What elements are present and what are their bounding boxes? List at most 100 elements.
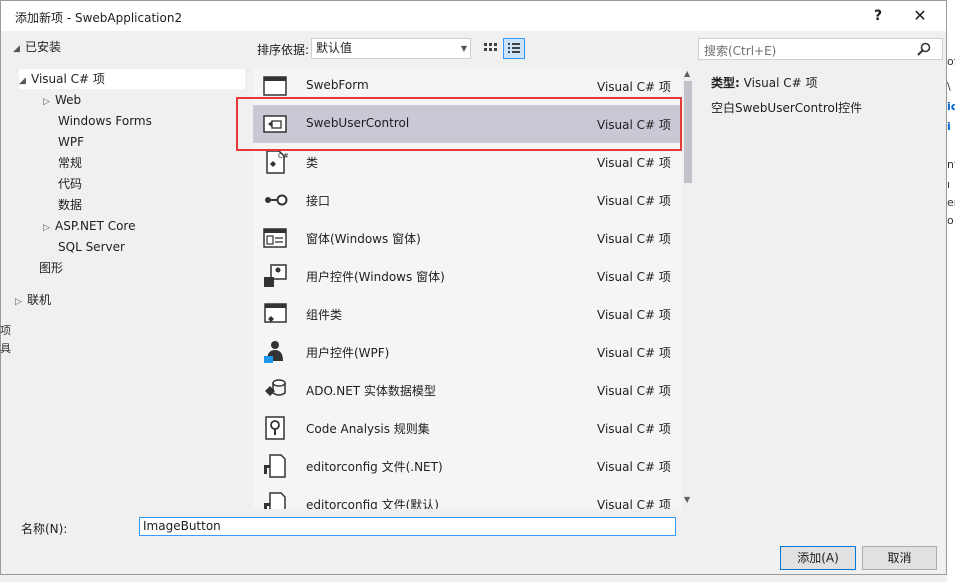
tree-item-code[interactable]: 代码 xyxy=(58,174,82,194)
tree-item-label: Web xyxy=(55,93,82,107)
tree-item-label: 联机 xyxy=(27,293,52,307)
list-item[interactable]: 用户控件(Windows 窗体) Visual C# 项 xyxy=(253,257,681,295)
name-input[interactable]: ImageButton xyxy=(139,517,676,536)
class-file-icon: C# xyxy=(266,150,288,174)
expanded-arrow-icon[interactable]: ◢ xyxy=(19,71,31,91)
item-type: Visual C# 项 xyxy=(597,460,671,474)
svg-text:C#: C# xyxy=(278,152,288,160)
list-item[interactable]: 接口 Visual C# 项 xyxy=(253,181,681,219)
close-button[interactable]: ✕ xyxy=(900,1,940,31)
item-name: Code Analysis 规则集 xyxy=(306,422,430,436)
add-new-item-dialog: 添加新项 - SwebApplication2 ? ✕ ◢ 已安装 ◢ Visual… xyxy=(0,0,947,575)
tree-item-installed[interactable]: ◢ 已安装 xyxy=(13,37,61,57)
tree-item-label: ASP.NET Core xyxy=(55,219,136,233)
editorconfig-icon xyxy=(264,454,286,478)
detail-description: 空白SwebUserControl控件 xyxy=(711,101,863,115)
item-type: Visual C# 项 xyxy=(597,80,671,94)
item-type: Visual C# 项 xyxy=(597,232,671,246)
collapsed-arrow-icon[interactable]: ▷ xyxy=(43,92,55,112)
item-name: SwebForm xyxy=(306,78,369,92)
item-name: 类 xyxy=(306,156,319,170)
item-name: 接口 xyxy=(306,194,331,208)
tree-item-wpf[interactable]: WPF xyxy=(58,132,84,152)
form-icon xyxy=(263,76,287,96)
background-text: er xyxy=(947,196,955,209)
item-name: 用户控件(WPF) xyxy=(306,346,390,360)
item-type: Visual C# 项 xyxy=(597,384,671,398)
list-item[interactable]: ADO.NET 实体数据模型 Visual C# 项 xyxy=(253,371,681,409)
detail-type-value: Visual C# 项 xyxy=(743,76,818,90)
item-name: 窗体(Windows 窗体) xyxy=(306,232,421,246)
template-category-tree: ◢ 已安装 ◢ Visual C# 项 ▷ Web Windows Forms WPF… xyxy=(9,35,245,509)
list-view-button[interactable] xyxy=(503,38,525,59)
windows-form-icon xyxy=(263,228,287,248)
scroll-up-arrow-icon[interactable]: ▲ xyxy=(684,69,690,78)
item-name: 用户控件(Windows 窗体) xyxy=(306,270,445,284)
list-item[interactable]: 窗体(Windows 窗体) Visual C# 项 xyxy=(253,219,681,257)
detail-type-label: 类型: xyxy=(711,76,740,90)
grid-view-icon xyxy=(484,43,497,51)
tree-item-visual-csharp[interactable]: ◢ Visual C# 项 xyxy=(19,69,245,89)
windows-user-control-icon xyxy=(264,264,287,287)
grid-view-button[interactable] xyxy=(479,38,501,59)
chevron-down-icon: ▼ xyxy=(460,44,467,53)
scroll-down-arrow-icon[interactable]: ▼ xyxy=(684,495,690,504)
background-text: ı xyxy=(947,178,951,191)
cancel-button[interactable]: 取消 xyxy=(862,546,937,570)
interface-icon xyxy=(265,194,288,206)
background-text: ic xyxy=(947,100,955,113)
tree-item-label: 常规 xyxy=(58,156,83,170)
tree-item-label: 数据 xyxy=(58,198,83,212)
tree-item-general[interactable]: 常规 xyxy=(58,153,82,173)
tree-item-label: 已安装 xyxy=(25,40,62,54)
tree-item-graphics[interactable]: 图形 xyxy=(39,258,63,278)
list-item[interactable]: Code Analysis 规则集 Visual C# 项 xyxy=(253,409,681,447)
name-label: 名称(N): xyxy=(21,522,68,536)
tree-item-web[interactable]: ▷ Web xyxy=(43,90,81,110)
tree-item-label: Windows Forms xyxy=(58,114,152,128)
search-input[interactable]: 搜索(Ctrl+E) xyxy=(698,38,943,60)
tree-item-aspnet-core[interactable]: ▷ ASP.NET Core xyxy=(43,216,135,236)
background-text: 项 xyxy=(0,324,11,337)
editorconfig-default-icon xyxy=(264,492,286,509)
list-item[interactable]: 用户控件(WPF) Visual C# 项 xyxy=(253,333,681,371)
background-text: o xyxy=(947,214,954,227)
collapsed-arrow-icon[interactable]: ▷ xyxy=(15,292,27,312)
tree-item-online[interactable]: ▷ 联机 xyxy=(15,290,51,310)
collapsed-arrow-icon[interactable]: ▷ xyxy=(43,218,55,238)
help-button[interactable]: ? xyxy=(858,1,898,31)
item-type: Visual C# 项 xyxy=(597,194,671,208)
annotation-highlight-box xyxy=(236,97,682,151)
background-text: i xyxy=(947,120,951,133)
sort-by-select[interactable]: 默认值 ▼ xyxy=(311,38,471,59)
list-scrollbar[interactable]: ▲ ▼ xyxy=(682,67,695,509)
tree-item-windows-forms[interactable]: Windows Forms xyxy=(58,111,152,131)
tree-item-label: SQL Server xyxy=(58,240,125,254)
sort-by-value: 默认值 xyxy=(316,41,353,55)
scrollbar-thumb[interactable] xyxy=(684,81,692,183)
tree-item-sql-server[interactable]: SQL Server xyxy=(58,237,125,257)
item-type: Visual C# 项 xyxy=(597,346,671,360)
search-icon[interactable] xyxy=(916,41,932,57)
list-item[interactable]: editorconfig 文件(.NET) Visual C# 项 xyxy=(253,447,681,485)
list-view-icon xyxy=(508,43,520,53)
background-text: \ xyxy=(947,80,951,93)
list-item[interactable]: 组件类 Visual C# 项 xyxy=(253,295,681,333)
list-item[interactable]: editorconfig 文件(默认) Visual C# 项 xyxy=(253,485,681,509)
item-name: editorconfig 文件(默认) xyxy=(306,498,439,509)
tree-item-data[interactable]: 数据 xyxy=(58,195,82,215)
ruleset-icon xyxy=(265,416,285,440)
item-type: Visual C# 项 xyxy=(597,156,671,170)
add-button[interactable]: 添加(A) xyxy=(780,546,856,570)
item-name: 组件类 xyxy=(306,308,343,322)
component-class-icon xyxy=(264,303,287,323)
item-name: ADO.NET 实体数据模型 xyxy=(306,384,436,398)
background-window-right: oft \ ic i nf ı er o xyxy=(947,0,955,582)
sort-by-label: 排序依据: xyxy=(257,43,310,57)
expanded-arrow-icon[interactable]: ◢ xyxy=(13,39,25,59)
detail-type: 类型: Visual C# 项 xyxy=(711,74,818,91)
tree-item-label: WPF xyxy=(58,135,85,149)
dialog-title: 添加新项 - SwebApplication2 xyxy=(15,11,183,25)
tree-item-label: Visual C# 项 xyxy=(31,72,105,86)
item-type: Visual C# 项 xyxy=(597,308,671,322)
